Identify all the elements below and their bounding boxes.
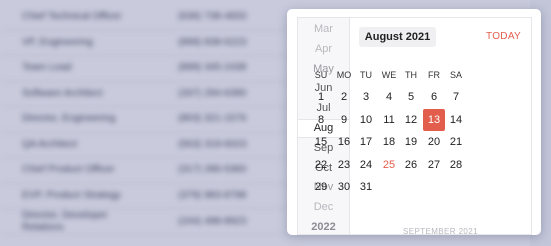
table-row: EVP, Product Strategy (379) 983-8798 (0, 183, 290, 209)
day-19[interactable]: 19 (400, 131, 422, 153)
day-23[interactable]: 23 (333, 154, 355, 176)
date-picker-popup: Mar Apr May Jun Jul Aug Sep Oct Nov Dec 2022 Augus… (287, 9, 541, 235)
row-phone: (899) 838-6223 (178, 36, 247, 48)
weekday-su: SU (314, 70, 328, 80)
table-row: Chief Product Officer (317) 286-5360 (0, 157, 290, 184)
row-title: Chief Technical Officer (22, 11, 122, 22)
day-28[interactable]: 28 (445, 154, 467, 176)
day-20[interactable]: 20 (423, 131, 445, 153)
weekday-fr: FR (428, 70, 440, 80)
day-3[interactable]: 3 (355, 86, 377, 108)
row-phone: (803) 321-1576 (178, 113, 247, 124)
day-26[interactable]: 26 (400, 154, 422, 176)
day-16[interactable]: 16 (333, 131, 355, 153)
date-picker-panel: Mar Apr May Jun Jul Aug Sep Oct Nov Dec 2022 Augus… (297, 17, 532, 235)
day-5[interactable]: 5 (400, 86, 422, 108)
row-phone: (636) 738-4833 (178, 11, 247, 22)
row-phone: (317) 286-5360 (178, 164, 247, 175)
month-year-title[interactable]: August 2021 (359, 27, 436, 47)
month-item-dec[interactable]: Dec (298, 200, 349, 214)
day-14[interactable]: 14 (445, 109, 467, 131)
row-title: QA Architect (22, 138, 78, 150)
day-11[interactable]: 11 (378, 109, 400, 131)
table-row: VP, Engineering (899) 838-6223 (0, 30, 290, 56)
row-title: Director, Developer Relations (22, 210, 108, 233)
day-6[interactable]: 6 (423, 86, 445, 108)
next-month-label: SEPTEMBER 2021 (403, 227, 478, 235)
month-item-mar[interactable]: Mar (298, 22, 349, 36)
weekday-tu: TU (360, 70, 372, 80)
day-15[interactable]: 15 (310, 131, 332, 153)
row-title: VP, Engineering (22, 36, 93, 48)
day-2[interactable]: 2 (333, 86, 355, 108)
row-phone: (337) 294-6390 (178, 87, 247, 99)
background-table: Chief Technical Officer (636) 738-4833 VP,… (0, 0, 290, 246)
row-title: EVP, Product Strategy (22, 189, 121, 201)
day-7[interactable]: 7 (445, 86, 467, 108)
table-row: Director, Engineering (803) 321-1576 (0, 106, 290, 133)
weekday-we: WE (381, 70, 397, 80)
day-9[interactable]: 9 (333, 109, 355, 131)
day-1[interactable]: 1 (310, 86, 332, 108)
day-27[interactable]: 27 (423, 154, 445, 176)
day-4[interactable]: 4 (378, 86, 400, 108)
day-31[interactable]: 31 (355, 176, 377, 198)
day-22[interactable]: 22 (310, 154, 332, 176)
row-title: Chief Product Officer (22, 164, 115, 175)
table-row: Software Architect (337) 294-6390 (0, 81, 290, 107)
day-18[interactable]: 18 (378, 131, 400, 153)
weekday-sa: SA (449, 70, 462, 80)
day-29[interactable]: 29 (310, 176, 332, 198)
row-title: Team Lead (22, 62, 72, 73)
month-item-apr[interactable]: Apr (298, 42, 349, 56)
row-phone: (379) 983-8798 (178, 189, 247, 201)
day-30[interactable]: 30 (333, 176, 355, 198)
row-phone: (563) 319-6023 (178, 138, 247, 150)
row-title: Director, Engineering (22, 113, 116, 124)
day-12[interactable]: 12 (400, 109, 422, 131)
day-25[interactable]: 25 (378, 154, 400, 176)
table-row: Director, Developer Relations (244) 498-8… (0, 208, 290, 235)
weekday-mo: MO (336, 70, 352, 80)
row-phone: (244) 498-8923 (178, 216, 247, 227)
weekday-th: TH (405, 70, 417, 80)
row-phone: (899) 345-2438 (178, 62, 247, 73)
day-8[interactable]: 8 (310, 109, 332, 131)
row-title: Software Architect (22, 87, 103, 99)
today-button[interactable]: TODAY (486, 31, 521, 43)
table-row: QA Architect (563) 319-6023 (0, 132, 290, 158)
day-10[interactable]: 10 (355, 109, 377, 131)
year-item[interactable]: 2022 (298, 220, 349, 234)
day-17[interactable]: 17 (355, 131, 377, 153)
day-13[interactable]: 13 (423, 109, 445, 131)
table-row: Team Lead (899) 345-2438 (0, 55, 290, 82)
day-21[interactable]: 21 (445, 131, 467, 153)
day-24[interactable]: 24 (355, 154, 377, 176)
table-row: Chief Technical Officer (636) 738-4833 (0, 4, 290, 31)
